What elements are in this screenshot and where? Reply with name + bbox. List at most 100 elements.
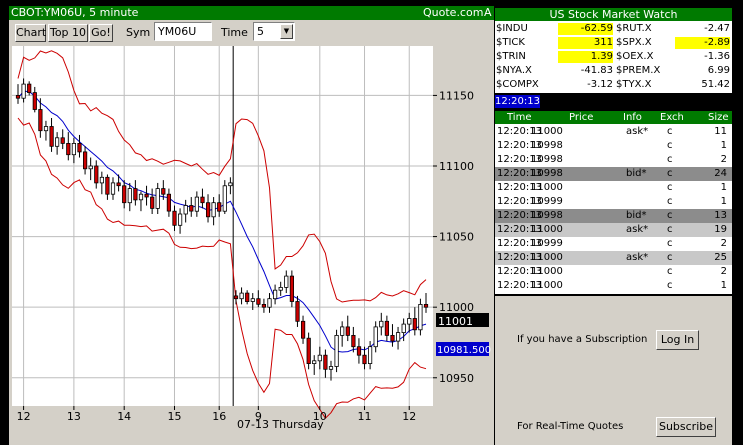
- trade-price: 10999: [531, 238, 563, 249]
- trade-price: 10998: [531, 154, 563, 165]
- candle-body: [133, 188, 138, 201]
- table-row[interactable]: 12:20:13 11000 ask* c 11: [495, 125, 732, 139]
- candle-body: [21, 83, 26, 99]
- table-row[interactable]: 12:20:13 10999 c 1: [495, 195, 732, 209]
- watch-value: -2.89: [675, 37, 730, 49]
- y-tick-label: 11100: [439, 160, 474, 173]
- candle-body: [99, 176, 104, 184]
- top10-button[interactable]: Top 10: [48, 24, 88, 42]
- chart-title-bar: CBOT:YM06U, 5 minute Quote.com A: [9, 6, 494, 20]
- candle-body: [267, 298, 272, 308]
- trade-size: 11: [714, 126, 727, 137]
- candle-body: [362, 354, 367, 365]
- col-exch: Exch: [660, 112, 684, 123]
- x-tick-label: 12: [402, 410, 416, 423]
- candle-body: [295, 301, 300, 322]
- interval-value: 5: [257, 25, 264, 38]
- candle-body: [401, 323, 406, 334]
- subscribe-button[interactable]: Subscribe: [656, 417, 716, 437]
- candle-body: [351, 334, 356, 348]
- interval-select[interactable]: 5 ▼: [253, 22, 295, 41]
- trade-size: 2: [720, 238, 727, 249]
- candle-body: [284, 275, 289, 288]
- watch-symbol: $COMPX: [496, 79, 539, 90]
- trade-info: ask*: [626, 252, 649, 263]
- candle-body: [205, 202, 211, 218]
- y-tick-label: 11000: [439, 301, 474, 314]
- trade-price: 11000: [531, 126, 563, 137]
- trade-info: bid*: [626, 210, 647, 221]
- trade-size: 24: [714, 168, 727, 179]
- date-label: 07-13 Thursday: [237, 418, 324, 431]
- candle-body: [127, 188, 132, 204]
- candle-body: [66, 143, 71, 156]
- candle-body: [323, 354, 328, 370]
- table-row[interactable]: 12:20:13 10998 bid* c 24: [495, 167, 732, 181]
- chevron-down-icon[interactable]: ▼: [280, 24, 293, 39]
- candle-body: [407, 318, 412, 325]
- y-tick-label: 11050: [439, 231, 474, 244]
- trade-price: 11000: [531, 224, 563, 235]
- table-row[interactable]: 12:20:13 11000 ask* c 19: [495, 223, 732, 237]
- trade-size: 1: [720, 196, 727, 207]
- table-row[interactable]: 12:20:13 11000 c 1: [495, 181, 732, 195]
- go-button[interactable]: Go!: [89, 24, 113, 42]
- trade-price: 11000: [531, 266, 563, 277]
- price-chart[interactable]: 1115011100110501100010950 12 13 14 15 16 9 10 1…: [12, 46, 493, 432]
- candle-body: [373, 326, 378, 348]
- candle-body: [105, 176, 110, 195]
- table-row[interactable]: 12:20:13 10998 c 2: [495, 153, 732, 167]
- table-row[interactable]: 12:20:13 10998 c 1: [495, 139, 732, 153]
- candle-body: [49, 126, 54, 147]
- candle-body: [412, 318, 417, 331]
- candle-body: [122, 185, 127, 204]
- candle-body: [356, 346, 362, 356]
- symbol-input[interactable]: YM06U: [154, 22, 212, 41]
- trade-exch: c: [667, 280, 673, 291]
- candle-body: [211, 202, 216, 218]
- table-row[interactable]: 12:20:13 11000 ask* c 25: [495, 251, 732, 265]
- x-tick-label: 13: [67, 410, 81, 423]
- candle-body: [317, 354, 322, 362]
- candle-body: [384, 320, 390, 336]
- chart-title: CBOT:YM06U, 5 minute: [11, 6, 139, 19]
- table-row[interactable]: 12:20:13 11000 c 2: [495, 265, 732, 279]
- trade-exch: c: [667, 126, 673, 137]
- candle-body: [166, 193, 171, 212]
- table-row[interactable]: 12:20:13 10999 c 2: [495, 237, 732, 251]
- candle-body: [110, 182, 116, 195]
- watch-value: -1.36: [704, 51, 730, 62]
- candle-body: [239, 292, 244, 300]
- market-watch-title: US Stock Market Watch: [495, 8, 732, 21]
- x-axis: 12 13 14 15 16 9 10 11 12: [17, 406, 416, 423]
- watch-symbol: $TICK: [496, 37, 525, 48]
- sym-label: Sym: [126, 26, 151, 39]
- watch-symbol: $INDU: [496, 23, 528, 34]
- candle-body: [222, 185, 227, 212]
- table-row[interactable]: 12:20:13 11000 c 1: [495, 279, 732, 293]
- trade-exch: c: [667, 182, 673, 193]
- watch-value: 311: [558, 37, 613, 49]
- candle-body: [261, 303, 266, 308]
- col-size: Size: [708, 112, 729, 123]
- candle-body: [328, 366, 334, 370]
- x-tick-label: 16: [212, 410, 226, 423]
- candle-body: [60, 137, 65, 144]
- trade-size: 13: [714, 210, 727, 221]
- watch-symbol: $PREM.X: [616, 65, 661, 76]
- watch-value: -3.12: [587, 79, 613, 90]
- candle-body: [83, 151, 88, 170]
- candle-body: [189, 205, 194, 212]
- candle-body: [217, 202, 222, 212]
- candle-body: [177, 213, 183, 226]
- login-button[interactable]: Log In: [656, 330, 699, 350]
- chart-source: Quote.com: [423, 6, 484, 19]
- chart-button[interactable]: Chart: [15, 24, 46, 42]
- x-tick-label: 14: [117, 410, 131, 423]
- market-watch-panel: US Stock Market Watch $INDU -62.59 $TICK 31…: [495, 8, 732, 93]
- trade-price: 10998: [531, 140, 563, 151]
- col-price: Price: [569, 112, 594, 123]
- watch-symbol: $TYX.X: [616, 79, 652, 90]
- table-row[interactable]: 12:20:13 10998 bid* c 13: [495, 209, 732, 223]
- candle-body: [289, 275, 295, 302]
